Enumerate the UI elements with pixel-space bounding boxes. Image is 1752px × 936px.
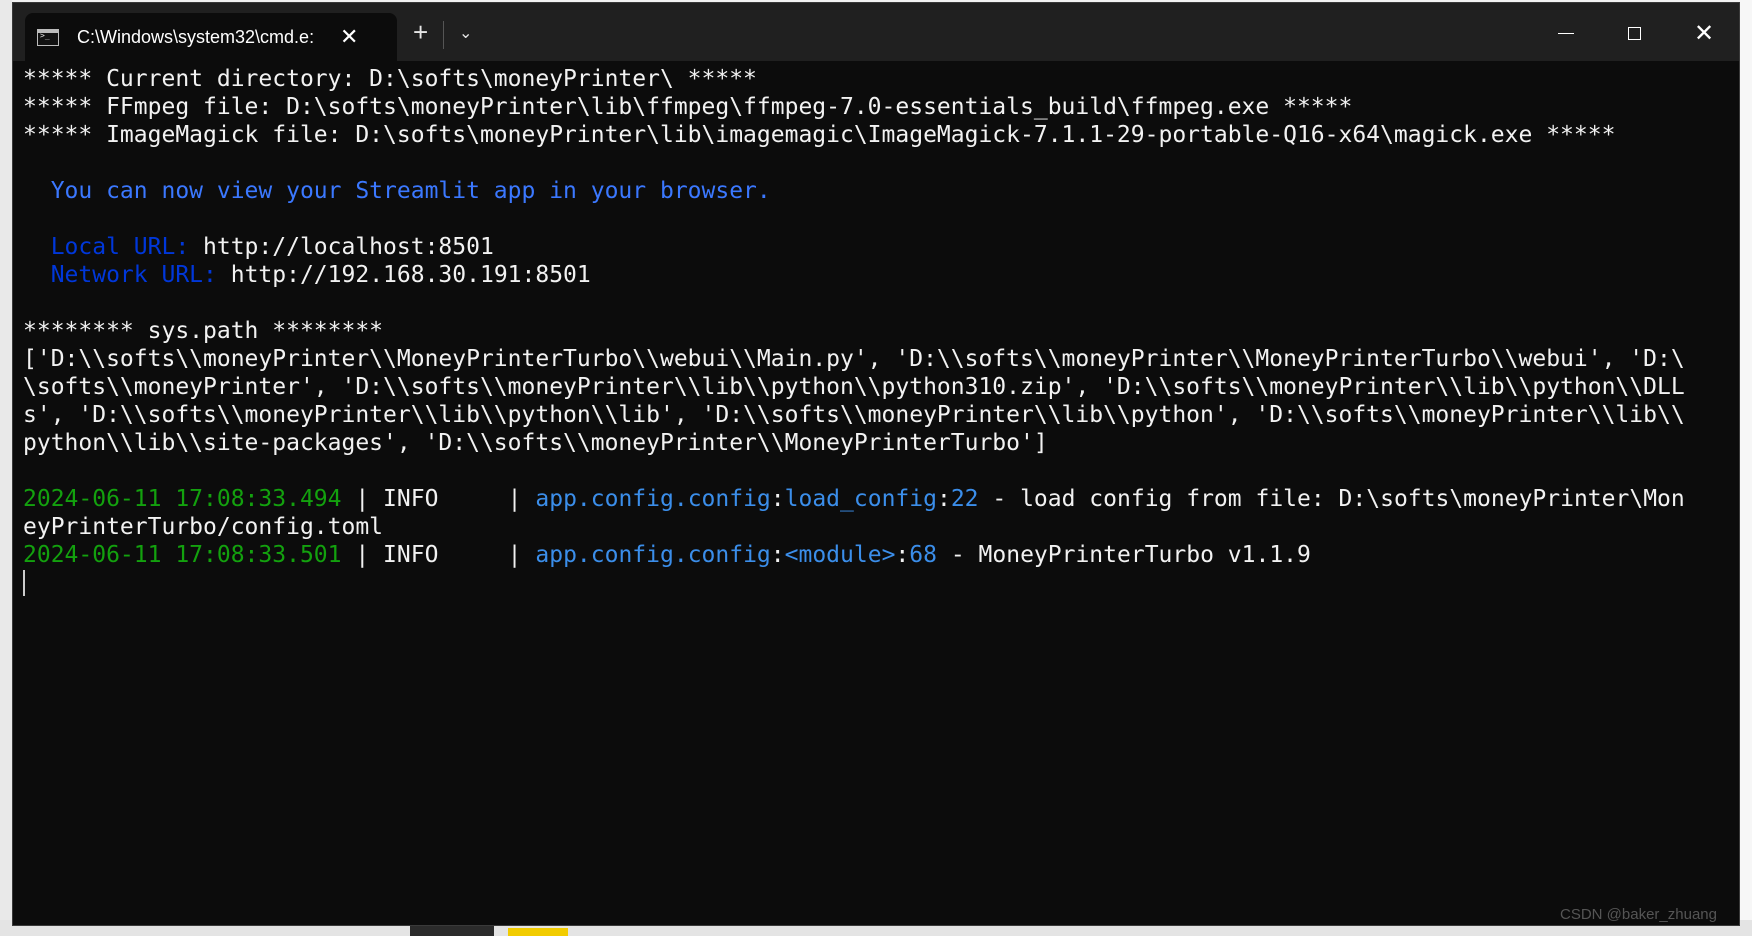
- minimize-icon: [1558, 32, 1574, 34]
- scrollbar[interactable]: [1732, 73, 1735, 913]
- watermark: CSDN @baker_zhuang: [1560, 906, 1717, 923]
- taskbar-fragment-yellow: [508, 928, 568, 936]
- console-text: \softs\\moneyPrinter', 'D:\\softs\\money…: [23, 374, 1685, 400]
- terminal-window: C:\Windows\system32\cmd.e: ✕ + ⌄ ✕ *****…: [12, 2, 1740, 926]
- console-line: Network URL: http://192.168.30.191:8501: [23, 261, 1713, 289]
- console-text: - MoneyPrinterTurbo v1.1.9: [936, 542, 1311, 568]
- console-text: ***** Current directory: D:\softs\moneyP…: [23, 66, 757, 92]
- console-text: app.config.config: [535, 542, 771, 568]
- console-text: load_config: [784, 486, 937, 512]
- text-cursor: [23, 570, 25, 596]
- console-line: s', 'D:\\softs\\moneyPrinter\\lib\\pytho…: [23, 401, 1713, 429]
- new-tab-button[interactable]: +: [413, 19, 428, 45]
- console-text: s', 'D:\\softs\\moneyPrinter\\lib\\pytho…: [23, 402, 1685, 428]
- divider: [443, 21, 444, 49]
- console-text: 2024-06-11 17:08:33.494: [23, 486, 342, 512]
- console-text: Local URL:: [23, 234, 204, 260]
- console-line: eyPrinterTurbo/config.toml: [23, 513, 1713, 541]
- console-line: \softs\\moneyPrinter', 'D:\\softs\\money…: [23, 373, 1713, 401]
- console-text: | INFO |: [341, 542, 536, 568]
- console-text: ******** sys.path ********: [23, 318, 384, 344]
- maximize-icon: [1627, 26, 1641, 40]
- console-text: ['D:\\softs\\moneyPrinter\\MoneyPrinterT…: [23, 346, 1685, 372]
- taskbar-fragment: [410, 926, 494, 936]
- console-text: app.config.config: [535, 486, 771, 512]
- console-text: 2024-06-11 17:08:33.501: [23, 542, 342, 568]
- console-text: You can now view your Streamlit app in y…: [23, 178, 771, 204]
- console-output[interactable]: ***** Current directory: D:\softs\moneyP…: [13, 65, 1713, 925]
- chevron-down-icon[interactable]: ⌄: [459, 23, 472, 43]
- console-text: :: [895, 542, 910, 568]
- tab-title: C:\Windows\system32\cmd.e:: [77, 26, 315, 47]
- console-line: You can now view your Streamlit app in y…: [23, 177, 1713, 205]
- console-line: ***** FFmpeg file: D:\softs\moneyPrinter…: [23, 93, 1713, 121]
- console-text: - load config from file: D:\softs\moneyP…: [978, 486, 1685, 512]
- console-text: Network URL:: [23, 262, 231, 288]
- console-text: | INFO |: [341, 486, 536, 512]
- console-text: python\\lib\\site-packages', 'D:\\softs\…: [23, 430, 1048, 456]
- desktop-right-edge: [1740, 0, 1752, 936]
- console-text: :: [770, 486, 785, 512]
- console-text: ***** ImageMagick file: D:\softs\moneyPr…: [23, 122, 1616, 148]
- desktop-left-edge: [0, 0, 12, 936]
- console-text: :: [770, 542, 785, 568]
- console-text: 68: [909, 542, 937, 568]
- console-text: http://localhost:8501: [203, 234, 494, 260]
- tab-cmd[interactable]: C:\Windows\system32\cmd.e: ✕: [25, 13, 397, 61]
- console-line: ***** ImageMagick file: D:\softs\moneyPr…: [23, 121, 1713, 149]
- console-line: ***** Current directory: D:\softs\moneyP…: [23, 65, 1713, 93]
- terminal-icon: [37, 28, 59, 46]
- maximize-button[interactable]: [1611, 15, 1657, 51]
- title-bar[interactable]: C:\Windows\system32\cmd.e: ✕ + ⌄ ✕: [13, 3, 1739, 61]
- console-line: ['D:\\softs\\moneyPrinter\\MoneyPrinterT…: [23, 345, 1713, 373]
- console-text: :: [936, 486, 951, 512]
- console-text: eyPrinterTurbo/config.toml: [23, 514, 384, 540]
- console-line: ******** sys.path ********: [23, 317, 1713, 345]
- close-window-button[interactable]: ✕: [1681, 15, 1727, 51]
- minimize-button[interactable]: [1543, 15, 1589, 51]
- console-text: http://192.168.30.191:8501: [230, 262, 591, 288]
- console-text: ***** FFmpeg file: D:\softs\moneyPrinter…: [23, 94, 1353, 120]
- close-tab-icon[interactable]: ✕: [340, 26, 358, 48]
- console-line: Local URL: http://localhost:8501: [23, 233, 1713, 261]
- console-line: python\\lib\\site-packages', 'D:\\softs\…: [23, 429, 1713, 457]
- console-text: <module>: [784, 542, 896, 568]
- console-line: 2024-06-11 17:08:33.501 | INFO | app.con…: [23, 541, 1713, 569]
- console-text: 22: [950, 486, 979, 512]
- console-line: 2024-06-11 17:08:33.494 | INFO | app.con…: [23, 485, 1713, 513]
